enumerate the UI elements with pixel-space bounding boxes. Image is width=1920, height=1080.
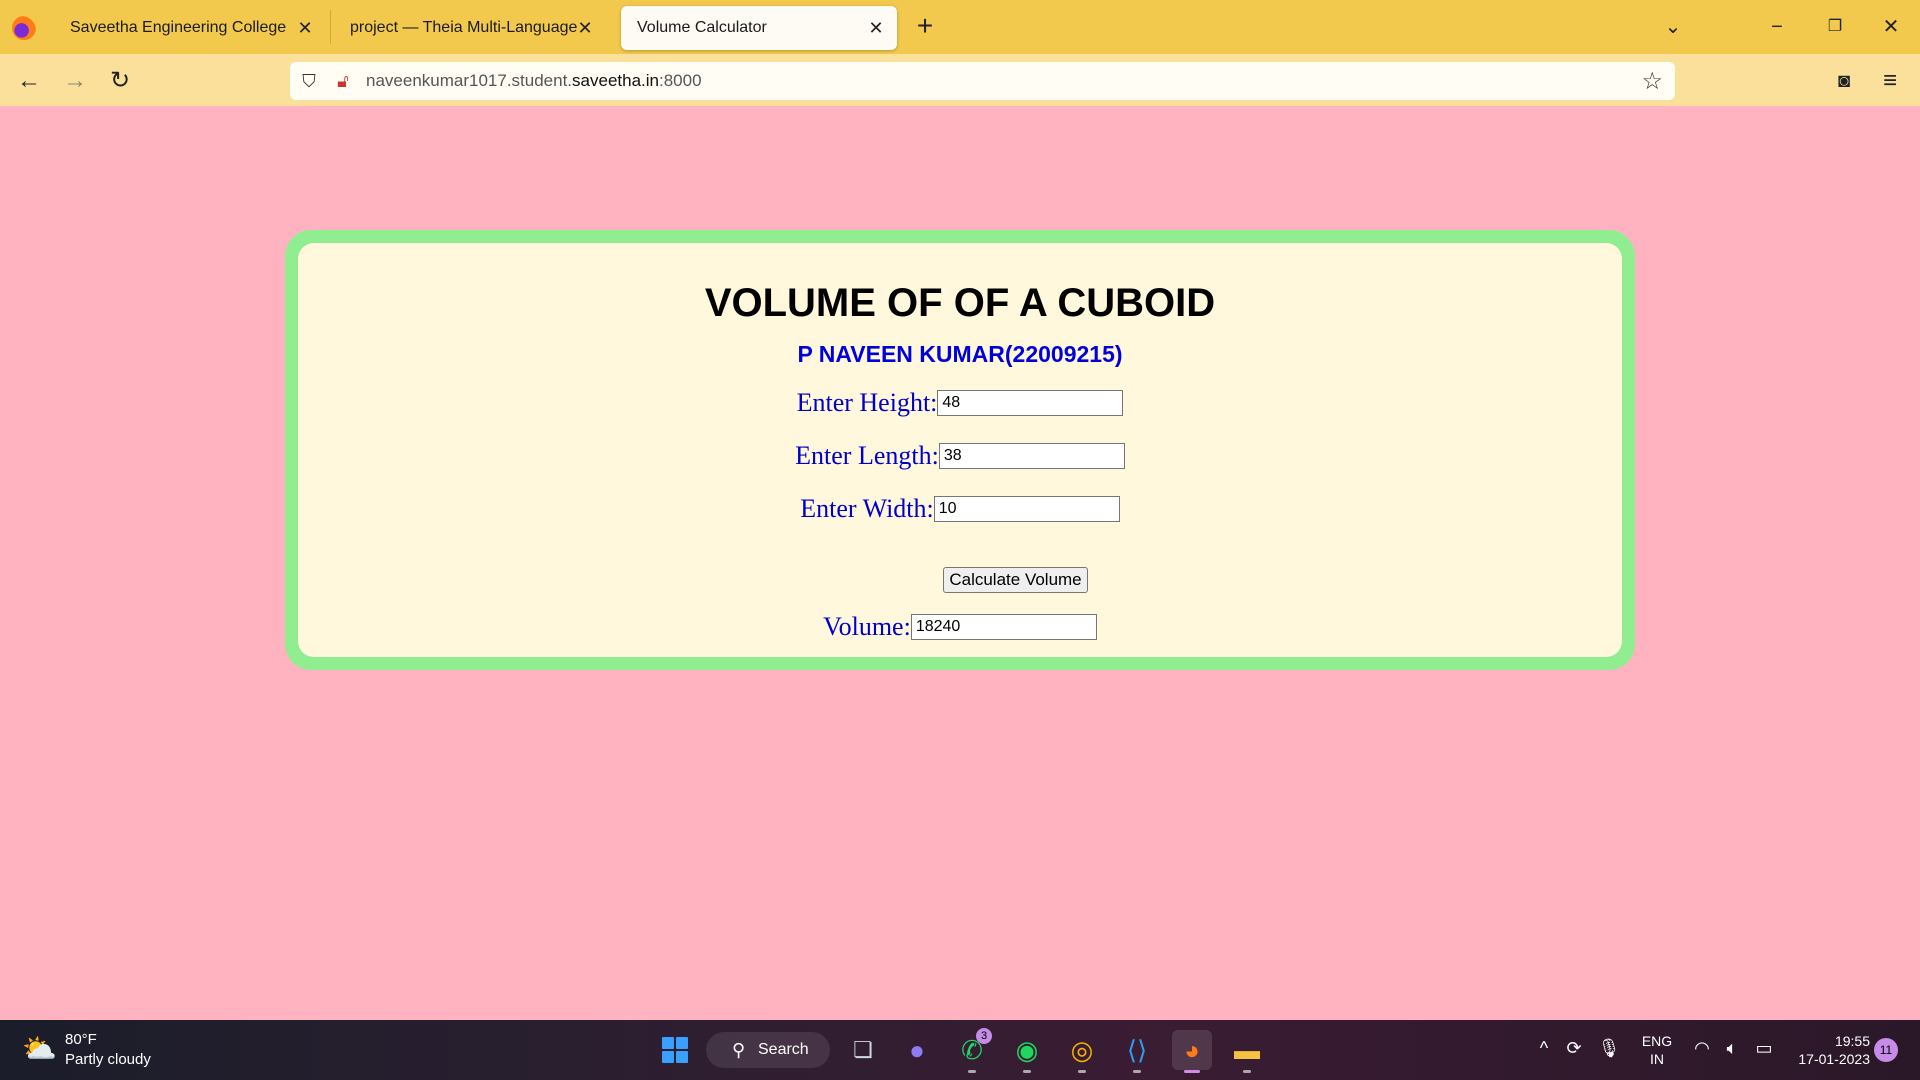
running-indicator [1133,1070,1141,1073]
new-tab-plus-icon[interactable]: + [910,12,940,42]
close-icon[interactable]: ✕ [294,17,316,39]
insecure-lock-icon[interactable]: 🔓︎ [332,70,354,92]
length-input[interactable] [938,443,1125,469]
clock-time: 19:55 [1834,1033,1870,1049]
sync-icon[interactable]: ⟳ [1562,1038,1586,1059]
address-bar[interactable]: ⛉ 🔓︎ naveenkumar1017.student.saveetha.in… [290,62,1675,100]
tab-label: Volume Calculator [637,19,767,36]
shield-icon[interactable]: ⛉ [298,70,320,92]
length-label: Enter Length: [795,441,939,470]
running-indicator [1078,1070,1086,1073]
firefox-logo-icon[interactable] [12,16,36,40]
tab-saveetha[interactable]: Saveetha Engineering College ✕ [54,6,326,50]
tab-label: Saveetha Engineering College [70,19,287,36]
search-icon: ⚲ [732,1040,746,1060]
language-indicator[interactable]: ENG IN [1640,1032,1674,1068]
width-row: Enter Width: [298,494,1622,524]
weather-description[interactable]: Partly cloudy [65,1051,151,1068]
taskbar-search-button[interactable]: ⚲ Search [706,1032,830,1068]
running-indicator [968,1070,976,1073]
tab-theia-project[interactable]: project — Theia Multi-Language Ex ✕ [334,6,606,50]
clock-date: 17-01-2023 [1798,1051,1870,1067]
file-explorer-icon[interactable]: ▬ [1227,1030,1267,1073]
reload-icon[interactable]: ↻ [103,64,137,98]
url-port: :8000 [659,71,702,90]
chrome-icon[interactable]: ◎ [1062,1030,1102,1073]
tab-volume-calculator[interactable]: Volume Calculator ✕ [621,6,897,50]
language-code: ENG [1641,1033,1673,1049]
calculator-card-border: VOLUME OF OF A CUBOID P NAVEEN KUMAR(220… [285,230,1635,670]
task-view-icon[interactable]: ❏ [843,1030,883,1070]
teams-chat-icon[interactable]: ● [897,1030,937,1070]
running-indicator [1243,1070,1251,1073]
tab-divider [330,10,331,44]
running-indicator [1023,1070,1031,1073]
calculator-card: VOLUME OF OF A CUBOID P NAVEEN KUMAR(220… [298,243,1622,657]
back-arrow-icon[interactable]: ← [12,64,46,98]
volume-row: Volume: [298,612,1622,642]
volume-label: Volume: [823,612,911,641]
width-label: Enter Width: [800,494,934,523]
battery-icon[interactable]: ▭ [1752,1038,1776,1059]
height-input[interactable] [937,390,1124,416]
pocket-icon[interactable]: ◙ [1827,64,1861,98]
width-input[interactable] [933,496,1120,522]
bookmark-star-icon[interactable]: ☆ [1641,67,1663,96]
partly-cloudy-weather-icon[interactable]: ⛅ [22,1032,57,1066]
windows-start-icon[interactable] [655,1030,695,1070]
vscode-icon[interactable]: ⟨⟩ [1117,1030,1157,1073]
show-hidden-icons-chevron-icon[interactable]: ^ [1532,1038,1556,1059]
url-prefix: naveenkumar1017.student. [366,71,573,90]
wifi-icon[interactable]: ◠ [1690,1038,1714,1059]
author-name: P NAVEEN KUMAR(22009215) [797,341,1123,367]
page-title: VOLUME OF OF A CUBOID [704,281,1216,325]
volume-icon[interactable]: 🔈︎ [1720,1038,1744,1059]
height-row: Enter Height: [298,388,1622,418]
navigation-toolbar: ← → ↻ ⛉ 🔓︎ naveenkumar1017.student.savee… [0,54,1920,106]
firefox-taskbar-icon[interactable]: ◕ [1172,1030,1212,1073]
menu-hamburger-icon[interactable]: ≡ [1873,64,1907,98]
weather-temperature[interactable]: 80°F [65,1031,97,1048]
list-all-tabs-chevron-icon[interactable]: ⌄ [1658,12,1688,42]
system-clock[interactable]: 19:55 17-01-2023 [1790,1032,1870,1068]
height-label: Enter Height: [796,388,938,417]
search-label: Search [758,1041,809,1058]
tab-bar: Saveetha Engineering College ✕ project —… [0,0,1920,54]
url-host: saveetha.in [572,71,659,90]
window-close-icon[interactable]: ✕ [1876,12,1906,42]
notification-count-badge[interactable]: 11 [1874,1038,1898,1062]
close-icon[interactable]: ✕ [865,17,887,39]
spotify-icon[interactable]: ◉ [1007,1030,1047,1073]
microphone-icon[interactable]: 🎙︎ [1597,1038,1621,1059]
forward-arrow-icon[interactable]: → [58,64,92,98]
running-indicator [1184,1070,1200,1073]
tab-label: project — Theia Multi-Language Ex [350,19,580,36]
length-row: Enter Length: [298,441,1622,471]
restore-icon[interactable]: ❐ [1820,12,1850,42]
url-text[interactable]: naveenkumar1017.student.saveetha.in:8000 [366,71,702,91]
region-code: IN [1650,1051,1664,1067]
calculate-volume-button[interactable]: Calculate Volume [943,567,1088,593]
whatsapp-icon[interactable]: ✆ 3 [952,1028,992,1073]
close-icon[interactable]: ✕ [574,17,596,39]
volume-output[interactable] [910,614,1097,640]
whatsapp-badge: 3 [976,1028,992,1044]
windows-taskbar: ⛅ 80°F Partly cloudy ⚲ Search ❏ ● ✆ 3 ◉ … [0,1020,1920,1080]
minimize-icon[interactable]: − [1762,12,1792,42]
